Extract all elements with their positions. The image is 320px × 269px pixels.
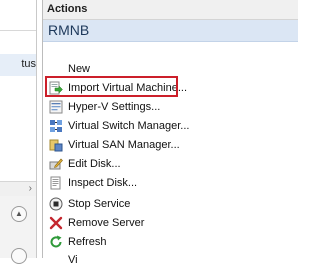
collapse-button[interactable]: ▲: [11, 206, 27, 222]
action-label: Remove Server: [68, 217, 145, 229]
action-label: Virtual Switch Manager...: [68, 120, 190, 132]
actions-group-rmnb[interactable]: RMNB: [43, 20, 298, 42]
refresh-icon: [50, 235, 62, 248]
details-pane: ▲: [0, 196, 36, 264]
action-label: Stop Service: [68, 198, 131, 210]
inspect-disk-icon: [50, 176, 61, 190]
scroll-right-icon[interactable]: ›: [29, 182, 32, 196]
stop-icon: [49, 197, 63, 211]
highlight-annotation: [45, 76, 178, 97]
action-view-partial[interactable]: Vi: [43, 251, 298, 269]
action-label: Edit Disk...: [68, 158, 121, 170]
actions-pane: Actions RMNB New Import Virtual Machine.…: [42, 0, 298, 266]
action-virtual-switch-manager[interactable]: Virtual Switch Manager...: [43, 117, 298, 135]
expand-button[interactable]: [11, 248, 27, 264]
left-pane: tus › ▲: [0, 0, 37, 264]
edit-disk-icon: [49, 158, 63, 170]
action-label: Hyper-V Settings...: [68, 101, 161, 113]
chevron-up-icon: ▲: [15, 209, 23, 218]
left-pane-header: [0, 0, 36, 31]
actions-title-text: Actions: [47, 3, 88, 15]
action-inspect-disk[interactable]: Inspect Disk...: [43, 174, 298, 192]
action-label: New: [68, 63, 91, 75]
action-label: Virtual SAN Manager...: [68, 139, 180, 151]
hyperv-settings-icon: [49, 100, 63, 114]
action-hyperv-settings[interactable]: Hyper-V Settings...: [43, 98, 298, 116]
action-refresh[interactable]: Refresh: [43, 233, 298, 251]
action-label: Refresh: [68, 236, 107, 248]
group-header-label: RMNB: [48, 22, 90, 38]
chevron-down-icon: [12, 249, 26, 263]
horizontal-scrollbar[interactable]: ›: [0, 181, 36, 197]
action-label: Vi: [68, 254, 78, 266]
action-label: Inspect Disk...: [68, 177, 138, 189]
virtual-san-icon: [49, 139, 63, 152]
virtual-switch-icon: [50, 120, 62, 132]
action-virtual-san-manager[interactable]: Virtual SAN Manager...: [43, 136, 298, 154]
actions-pane-title: Actions: [43, 0, 298, 20]
action-remove-server[interactable]: Remove Server: [43, 214, 298, 232]
action-stop-service[interactable]: Stop Service: [43, 195, 298, 213]
remove-x-icon: [49, 216, 63, 230]
action-edit-disk[interactable]: Edit Disk...: [43, 155, 298, 173]
server-list-row-status: tus: [21, 58, 36, 70]
